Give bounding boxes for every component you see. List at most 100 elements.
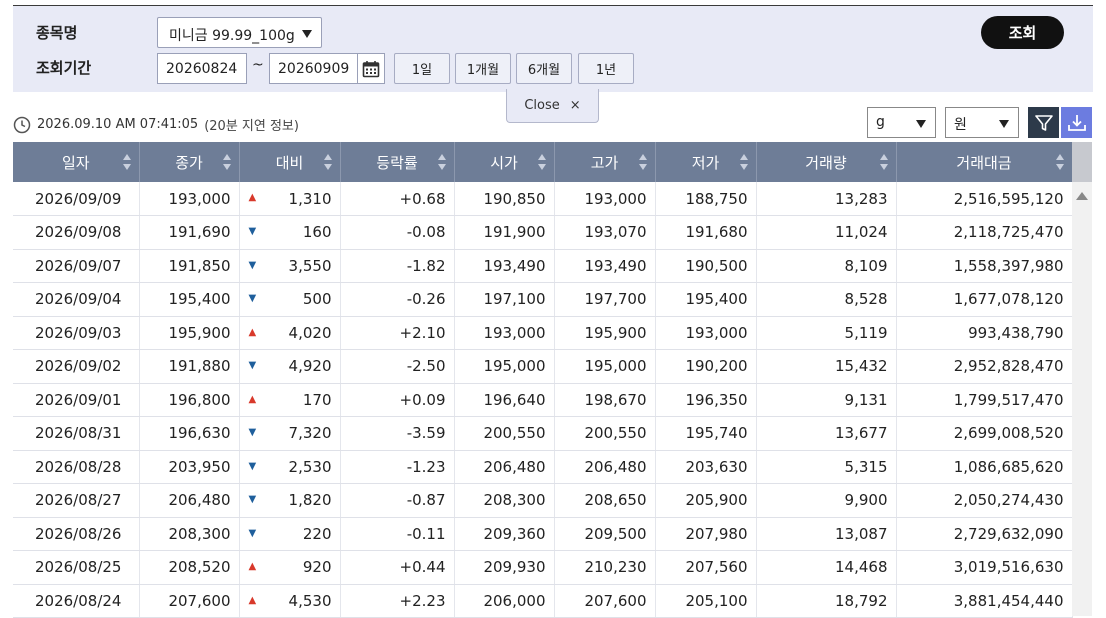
cell-open: 206,480 xyxy=(454,450,555,484)
table-row[interactable]: 2026/09/04 195,400 ▼ 500 -0.26 197,100 197,700… xyxy=(13,282,1073,317)
diff-value: 4,530 xyxy=(288,591,332,610)
download-button[interactable] xyxy=(1061,107,1092,138)
cell-diff: ▼ 7,320 xyxy=(239,416,341,451)
close-panel-button[interactable]: Close × xyxy=(506,89,599,123)
item-select[interactable]: 미니금 99.99_100g xyxy=(157,17,322,48)
cell-open: 209,360 xyxy=(454,517,555,551)
cell-date: 2026/09/07 xyxy=(13,249,140,283)
down-arrow-icon: ▼ xyxy=(248,494,257,505)
sort-icon[interactable] xyxy=(1055,153,1064,171)
column-header-diff[interactable]: 대비 xyxy=(239,142,341,182)
column-header-date[interactable]: 일자 xyxy=(13,142,140,182)
cell-volume: 9,900 xyxy=(756,483,897,518)
cell-amount: 1,558,397,980 xyxy=(896,249,1073,283)
table-row[interactable]: 2026/08/31 196,630 ▼ 7,320 -3.59 200,550 200,5… xyxy=(13,416,1073,451)
dropdown-caret-icon xyxy=(916,120,926,128)
cell-amount: 993,438,790 xyxy=(896,316,1073,350)
table-row[interactable]: 2026/08/28 203,950 ▼ 2,530 -1.23 206,480 206,4… xyxy=(13,450,1073,484)
cell-rate: -0.87 xyxy=(340,483,455,518)
date-to-input[interactable]: 20260909 xyxy=(269,53,359,84)
cell-date: 2026/09/02 xyxy=(13,349,140,384)
table-row[interactable]: 2026/09/03 195,900 ▲ 4,020 +2.10 193,000 195,9… xyxy=(13,316,1073,350)
column-header-label: 고가 xyxy=(590,153,619,172)
cell-close: 206,480 xyxy=(139,483,240,518)
column-header-high[interactable]: 고가 xyxy=(554,142,656,182)
table-row[interactable]: 2026/09/08 191,690 ▼ 160 -0.08 191,900 193,070… xyxy=(13,215,1073,250)
cell-low: 188,750 xyxy=(655,182,757,216)
cell-high: 195,900 xyxy=(554,316,656,350)
cell-open: 193,490 xyxy=(454,249,555,283)
sort-icon[interactable] xyxy=(537,153,546,171)
diff-value: 160 xyxy=(302,223,332,242)
weight-unit-select[interactable]: g xyxy=(867,107,936,138)
cell-high: 193,070 xyxy=(554,215,656,250)
up-arrow-icon: ▲ xyxy=(248,561,257,572)
column-header-close[interactable]: 종가 xyxy=(139,142,240,182)
sort-icon[interactable] xyxy=(739,153,748,171)
filter-button[interactable] xyxy=(1028,107,1059,138)
cell-low: 205,100 xyxy=(655,584,757,618)
table-row[interactable]: 2026/09/09 193,000 ▲ 1,310 +0.68 190,850 193,0… xyxy=(13,182,1073,216)
column-header-label: 등락률 xyxy=(376,153,418,172)
column-header-volume[interactable]: 거래량 xyxy=(756,142,897,182)
vertical-scrollbar[interactable] xyxy=(1072,142,1092,616)
cell-diff: ▲ 4,020 xyxy=(239,316,341,350)
table-row[interactable]: 2026/09/07 191,850 ▼ 3,550 -1.82 193,490 193,4… xyxy=(13,249,1073,283)
up-arrow-icon: ▲ xyxy=(248,192,257,203)
cell-open: 206,000 xyxy=(454,584,555,618)
column-header-rate[interactable]: 등락률 xyxy=(340,142,455,182)
down-arrow-icon: ▼ xyxy=(248,527,257,539)
cell-volume: 9,131 xyxy=(756,383,897,417)
table-row[interactable]: 2026/08/24 207,600 ▲ 4,530 +2.23 206,000 207,6… xyxy=(13,584,1073,618)
diff-value: 4,020 xyxy=(288,323,332,342)
cell-diff: ▲ 1,310 xyxy=(239,182,341,216)
sort-icon[interactable] xyxy=(122,153,131,171)
cell-diff: ▼ 500 xyxy=(239,282,341,317)
cell-amount: 3,881,454,440 xyxy=(896,584,1073,618)
column-header-label: 일자 xyxy=(61,153,90,172)
column-header-low[interactable]: 저가 xyxy=(655,142,757,182)
sort-icon[interactable] xyxy=(437,153,446,171)
cell-date: 2026/08/24 xyxy=(13,584,140,618)
table-row[interactable]: 2026/09/02 191,880 ▼ 4,920 -2.50 195,000 195,0… xyxy=(13,349,1073,384)
cell-rate: -2.50 xyxy=(340,349,455,384)
table-row[interactable]: 2026/08/26 208,300 ▼ 220 -0.11 209,360 209,500… xyxy=(13,517,1073,551)
cell-volume: 5,315 xyxy=(756,450,897,484)
scroll-up-icon[interactable] xyxy=(1076,192,1088,200)
period-6m-button[interactable]: 6개월 xyxy=(516,53,572,84)
cell-volume: 18,792 xyxy=(756,584,897,618)
cell-low: 203,630 xyxy=(655,450,757,484)
date-from-input[interactable]: 20260824 xyxy=(157,53,247,84)
cell-high: 198,670 xyxy=(554,383,656,417)
currency-unit-select[interactable]: 원 xyxy=(945,107,1019,138)
currency-unit-value: 원 xyxy=(954,117,967,133)
cell-close: 193,000 xyxy=(139,182,240,216)
cell-open: 209,930 xyxy=(454,550,555,585)
cell-amount: 2,118,725,470 xyxy=(896,215,1073,250)
search-button[interactable]: 조회 xyxy=(981,16,1064,49)
sort-icon[interactable] xyxy=(638,153,647,171)
dropdown-caret-icon xyxy=(999,120,1009,128)
cell-rate: +0.09 xyxy=(340,383,455,417)
sort-icon[interactable] xyxy=(323,153,332,171)
diff-value: 1,820 xyxy=(288,491,332,510)
cell-diff: ▲ 4,530 xyxy=(239,584,341,618)
date-separator: ~ xyxy=(252,57,264,73)
cell-low: 205,900 xyxy=(655,483,757,518)
column-header-amount[interactable]: 거래대금 xyxy=(896,142,1073,182)
sort-icon[interactable] xyxy=(879,153,888,171)
up-arrow-icon: ▲ xyxy=(248,393,257,405)
cell-low: 190,500 xyxy=(655,249,757,283)
calendar-button[interactable] xyxy=(357,53,385,84)
table-row[interactable]: 2026/09/01 196,800 ▲ 170 +0.09 196,640 198,670… xyxy=(13,383,1073,417)
column-header-open[interactable]: 시가 xyxy=(454,142,555,182)
cell-diff: ▼ 220 xyxy=(239,517,341,551)
close-icon: × xyxy=(569,98,581,113)
sort-icon[interactable] xyxy=(222,153,231,171)
period-1d-button[interactable]: 1일 xyxy=(394,53,450,84)
period-1m-button[interactable]: 1개월 xyxy=(455,53,511,84)
table-row[interactable]: 2026/08/25 208,520 ▲ 920 +0.44 209,930 210,230… xyxy=(13,550,1073,585)
period-1y-button[interactable]: 1년 xyxy=(578,53,634,84)
cell-volume: 15,432 xyxy=(756,349,897,384)
table-row[interactable]: 2026/08/27 206,480 ▼ 1,820 -0.87 208,300 208,6… xyxy=(13,483,1073,518)
